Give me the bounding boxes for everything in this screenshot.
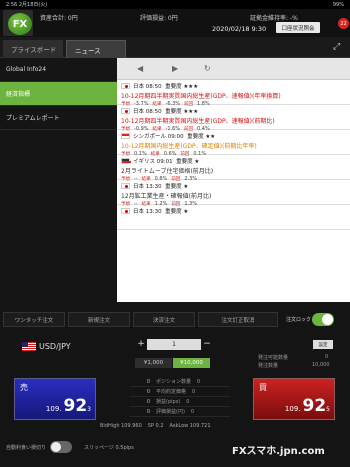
sidebar-item-economic-indicators[interactable]: 経済指標 — [0, 82, 117, 106]
news-item[interactable]: 日本 13:30 重要度 ★ 12月鉱工業生産・確報値(前月比) 予想 -- 結果 1.2… — [117, 180, 350, 207]
order-lock-label: 注文ロック — [286, 317, 312, 323]
datetime: 2020/02/18 9:30 — [212, 25, 267, 33]
news-header: イギリス 09:01 重要度 ★ — [121, 157, 347, 165]
account-status-button[interactable]: 口座状況照会 — [276, 22, 320, 33]
summary-row: 0 損益(pips) 0 — [130, 397, 230, 407]
ask-low: AskLow 109.721 — [169, 423, 211, 429]
next-icon[interactable]: ▶ — [172, 64, 178, 73]
tab-close-order[interactable]: 決済注文 — [133, 312, 195, 327]
position-summary: 0 ポジション数量 0 0 平均約定価格 0 0 損益(pips) 0 0 評価損益(円) 0 — [130, 377, 230, 417]
quantity-stepper[interactable]: + 1 − — [135, 339, 213, 350]
sidebar-item-premium-report[interactable]: プレミアムレポート — [0, 106, 117, 130]
news-title: 12月鉱工業生産・確報値(前月比) — [121, 193, 212, 200]
news-header: 日本 13:30 重要度 ★ — [121, 182, 347, 190]
order-qty-label: 発注数量 — [258, 363, 279, 369]
buy-button[interactable]: 買 109. 92 5 — [253, 378, 335, 420]
sell-label: 売 — [20, 383, 28, 392]
news-title: 10-12月期国内総生産(GDP、確定値)(前期比年率) — [121, 143, 257, 150]
expand-icon[interactable]: ⤢ — [333, 42, 340, 52]
order-qty-value: 10,000 — [312, 362, 330, 368]
summary-row: 0 ポジション数量 0 — [130, 377, 230, 387]
news-header: 日本 08:50 重要度 ★★★ — [121, 82, 347, 90]
flag-icon — [121, 108, 130, 114]
news-item[interactable]: シンガポール 09:00 重要度 ★★ 10-12月期国内総生産(GDP、確定値)… — [117, 130, 350, 157]
slippage: スリッページ 0.5pips — [84, 444, 134, 451]
bid-high: BidHigh 109.960 — [100, 423, 142, 429]
tab-price-board[interactable]: プライスボード — [3, 40, 63, 58]
status-time: 2:56 2月18日(火) — [6, 2, 48, 8]
watermark: FXスマホ.jpn.com — [232, 446, 325, 457]
auto-label: 自動利食い損切り — [6, 444, 47, 451]
flag-icon — [121, 158, 131, 164]
settings-button[interactable]: 設定 — [313, 340, 333, 349]
total-assets: 資産合計: 0円 — [40, 15, 78, 22]
news-list: ◀ ▶ ↻ 日本 08:50 重要度 ★★★ 10-12月期四半期実質国内総生産(… — [117, 58, 350, 302]
auto-toggle[interactable] — [50, 441, 73, 453]
quantity-value[interactable]: 1 — [147, 339, 201, 350]
unrealized-pl: 評価損益: 0円 — [140, 15, 178, 22]
status-bar: 2:56 2月18日(火) 99% — [0, 0, 350, 9]
plus-icon[interactable]: + — [135, 339, 147, 350]
buy-label: 買 — [259, 383, 267, 392]
news-header: 日本 13:30 重要度 ★ — [121, 207, 347, 215]
top-bar: FX 資産合計: 0円 評価損益: 0円 証拠金維持率: -% 2020/02/… — [0, 9, 350, 37]
buy-price: 109. 92 5 — [284, 396, 330, 416]
auto-settings: 自動利食い損切り スリッページ 0.5pips — [6, 441, 134, 453]
tab-news[interactable]: ニュース — [66, 40, 126, 58]
app-logo[interactable]: FX — [3, 10, 33, 36]
summary-row: 0 評価損益(円) 0 — [130, 407, 230, 417]
news-title: 2月ライトムーブ住宅価格(前月比) — [121, 168, 214, 175]
tab-modify-cancel[interactable]: 注文訂正取消 — [198, 312, 278, 327]
lot-1000-button[interactable]: ¥1,000 — [135, 358, 172, 368]
news-item[interactable]: 日本 13:30 重要度 ★ — [117, 205, 350, 230]
flag-icon — [121, 133, 130, 139]
us-flag-icon — [22, 342, 36, 351]
news-item[interactable]: 日本 08:50 重要度 ★★★ 10-12月期四半期実質国内総生産(GDP、速報… — [117, 105, 350, 132]
spread: SP 0.2 — [147, 423, 164, 429]
notification-badge[interactable]: 22 — [338, 18, 349, 29]
refresh-icon[interactable]: ↻ — [204, 64, 211, 73]
battery-indicator: 99% — [332, 1, 344, 8]
news-sidebar: Global Info24 経済指標 プレミアムレポート — [0, 58, 117, 302]
order-avail-value: 0 — [325, 354, 329, 360]
news-item[interactable]: 日本 08:50 重要度 ★★★ 10-12月期四半期実質国内総生産(GDP、速報… — [117, 80, 350, 107]
news-title: 10-12月期四半期実質国内総生産(GDP、速報値)(年率換算) — [121, 93, 281, 100]
news-header: 日本 08:50 重要度 ★★★ — [121, 107, 347, 115]
order-avail-label: 発注可能数量 — [258, 355, 289, 361]
bid-ask-info: BidHigh 109.960 SP 0.2 AskLow 109.721 — [100, 423, 211, 429]
sell-button[interactable]: 売 109. 92 3 — [14, 378, 96, 420]
margin-ratio: 証拠金維持率: -% — [250, 15, 298, 22]
news-item[interactable]: イギリス 09:01 重要度 ★ 2月ライトムーブ住宅価格(前月比) 予想 -- 結果 0… — [117, 155, 350, 182]
tab-new-order[interactable]: 新規注文 — [68, 312, 130, 327]
main-tabs: プライスボード ニュース ⤢ — [0, 37, 350, 58]
lot-10000-button[interactable]: ¥10,000 — [173, 358, 210, 368]
news-title: 10-12月期四半期実質国内総生産(GDP、速報値)(前期比) — [121, 118, 275, 125]
prev-icon[interactable]: ◀ — [137, 64, 143, 73]
tab-one-touch[interactable]: ワンタッチ注文 — [3, 312, 65, 327]
news-nav: ◀ ▶ ↻ — [117, 58, 350, 80]
summary-row: 0 平均約定価格 0 — [130, 387, 230, 397]
flag-icon — [121, 208, 130, 214]
minus-icon[interactable]: − — [201, 339, 213, 350]
sidebar-item-global-info[interactable]: Global Info24 — [0, 58, 117, 82]
flag-icon — [121, 83, 130, 89]
order-lock-toggle[interactable] — [312, 313, 334, 326]
news-header: シンガポール 09:00 重要度 ★★ — [121, 132, 347, 140]
flag-icon — [121, 183, 130, 189]
sell-price: 109. 92 3 — [45, 396, 91, 416]
currency-pair-selector[interactable]: USD/JPY — [22, 342, 71, 351]
